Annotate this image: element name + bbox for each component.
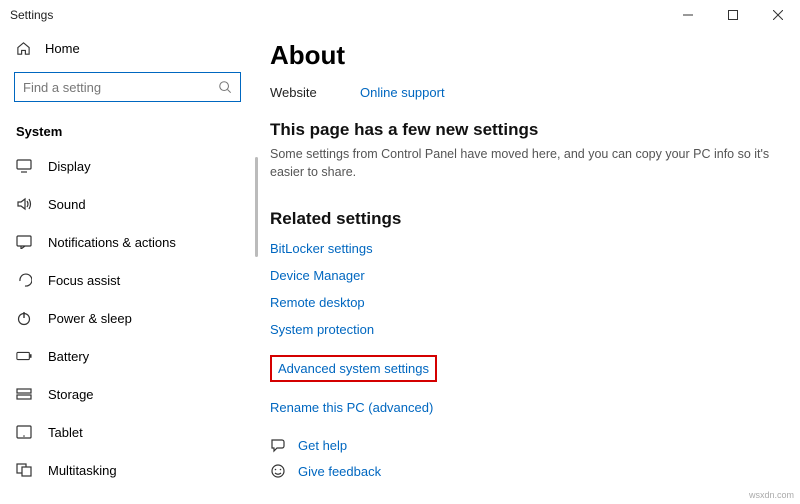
give-feedback-row[interactable]: Give feedback: [270, 463, 780, 479]
sidebar: Home System Display Sound Notifications …: [0, 30, 255, 504]
link-rename-pc[interactable]: Rename this PC (advanced): [270, 400, 780, 415]
new-settings-desc: Some settings from Control Panel have mo…: [270, 146, 780, 181]
get-help-row[interactable]: Get help: [270, 437, 780, 453]
sidebar-item-tablet[interactable]: Tablet: [0, 413, 255, 451]
sidebar-item-label: Storage: [48, 387, 94, 402]
sidebar-item-power-sleep[interactable]: Power & sleep: [0, 299, 255, 337]
search-icon: [218, 80, 232, 94]
get-help-label: Get help: [298, 438, 347, 453]
sidebar-item-sound[interactable]: Sound: [0, 185, 255, 223]
website-label: Website: [270, 85, 360, 100]
page-title: About: [270, 40, 780, 71]
link-device-manager[interactable]: Device Manager: [270, 268, 780, 283]
maximize-button[interactable]: [710, 0, 755, 30]
sidebar-item-notifications[interactable]: Notifications & actions: [0, 223, 255, 261]
sidebar-item-label: Tablet: [48, 425, 83, 440]
link-advanced-system-settings[interactable]: Advanced system settings: [270, 355, 437, 382]
sidebar-section-label: System: [0, 112, 255, 147]
link-system-protection[interactable]: System protection: [270, 322, 780, 337]
sidebar-item-battery[interactable]: Battery: [0, 337, 255, 375]
minimize-button[interactable]: [665, 0, 710, 30]
sidebar-item-focus-assist[interactable]: Focus assist: [0, 261, 255, 299]
close-button[interactable]: [755, 0, 800, 30]
online-support-link[interactable]: Online support: [360, 85, 445, 100]
multitasking-icon: [16, 462, 32, 478]
title-bar: Settings: [0, 0, 800, 30]
sidebar-item-multitasking[interactable]: Multitasking: [0, 451, 255, 489]
sidebar-item-label: Multitasking: [48, 463, 117, 478]
sidebar-item-label: Display: [48, 159, 91, 174]
window-title: Settings: [10, 8, 53, 22]
sidebar-item-label: Battery: [48, 349, 89, 364]
storage-icon: [16, 386, 32, 402]
content-pane: About Website Online support This page h…: [258, 30, 800, 504]
notifications-icon: [16, 234, 32, 250]
website-row: Website Online support: [270, 85, 780, 100]
feedback-icon: [270, 463, 286, 479]
sidebar-home-label: Home: [45, 41, 80, 56]
sidebar-item-display[interactable]: Display: [0, 147, 255, 185]
battery-icon: [16, 348, 32, 364]
sound-icon: [16, 196, 32, 212]
focus-assist-icon: [16, 272, 32, 288]
gethelp-icon: [270, 437, 286, 453]
link-remote-desktop[interactable]: Remote desktop: [270, 295, 780, 310]
sidebar-home[interactable]: Home: [0, 30, 255, 66]
power-icon: [16, 310, 32, 326]
search-input[interactable]: [14, 72, 241, 102]
new-settings-heading: This page has a few new settings: [270, 120, 780, 140]
sidebar-item-label: Notifications & actions: [48, 235, 176, 250]
sidebar-item-storage[interactable]: Storage: [0, 375, 255, 413]
watermark: wsxdn.com: [749, 490, 794, 500]
tablet-icon: [16, 424, 32, 440]
related-settings-heading: Related settings: [270, 209, 780, 229]
display-icon: [16, 158, 32, 174]
home-icon: [16, 41, 31, 56]
sidebar-item-label: Focus assist: [48, 273, 120, 288]
link-bitlocker[interactable]: BitLocker settings: [270, 241, 780, 256]
sidebar-item-label: Power & sleep: [48, 311, 132, 326]
sidebar-item-label: Sound: [48, 197, 86, 212]
give-feedback-label: Give feedback: [298, 464, 381, 479]
search-field[interactable]: [23, 80, 218, 95]
